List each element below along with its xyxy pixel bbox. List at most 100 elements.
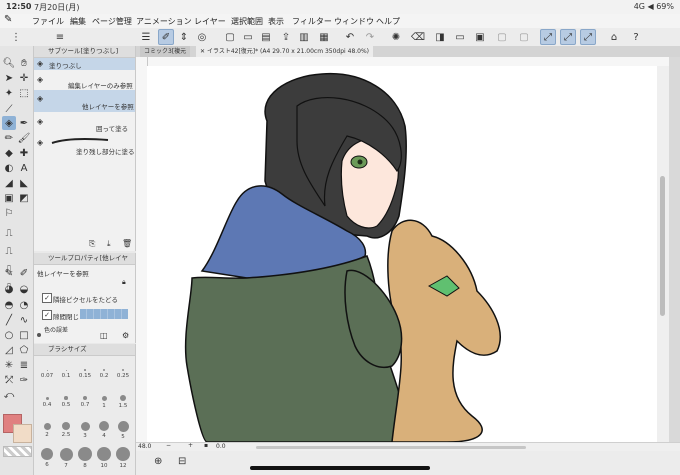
- help-icon[interactable]: ?: [628, 29, 644, 45]
- menu-page[interactable]: ページ管理: [92, 16, 132, 27]
- brush-size-option[interactable]: 5: [114, 416, 132, 440]
- brush-size-option[interactable]: 8: [76, 444, 94, 469]
- edge-keyboard-icon[interactable]: ⊕: [154, 456, 162, 467]
- brush-size-option[interactable]: 0.5: [57, 388, 75, 408]
- eyedropper-icon[interactable]: ⟋: [2, 102, 16, 116]
- fill-small-icon[interactable]: ◕: [2, 282, 16, 296]
- transparent-color-swatch[interactable]: [3, 446, 32, 457]
- wrench-icon[interactable]: ⚙: [122, 331, 129, 340]
- brush-size-option[interactable]: 7: [57, 444, 75, 469]
- save-icon[interactable]: ▤: [258, 29, 274, 45]
- vertical-scrollbar[interactable]: [657, 66, 669, 442]
- stabilizer-2-icon[interactable]: ⤢: [560, 29, 576, 45]
- redo-icon[interactable]: ↷: [362, 29, 378, 45]
- export-icon[interactable]: ⇪: [278, 29, 294, 45]
- blend-tool-icon[interactable]: ◐: [2, 161, 16, 175]
- move-icon[interactable]: ✛: [17, 71, 31, 85]
- fit-icon[interactable]: ▪: [204, 442, 208, 449]
- liquify-tool-icon[interactable]: ⤺: [2, 388, 16, 402]
- hamburger-icon[interactable]: ☰: [138, 29, 154, 45]
- brush-size-option[interactable]: 0.15: [76, 360, 94, 379]
- figure-tool-icon[interactable]: ◣: [17, 176, 31, 190]
- eraser-tool-icon[interactable]: ◆: [2, 146, 16, 160]
- brush-size-option[interactable]: 6: [38, 444, 56, 468]
- adjacent-pixel-checkbox[interactable]: ✓: [42, 293, 52, 303]
- companion-icon[interactable]: ⌂: [606, 29, 622, 45]
- canvas-page[interactable]: [147, 66, 657, 442]
- correct-line-tool-icon[interactable]: ⎍: [2, 244, 16, 258]
- selection-launcher-icon[interactable]: ▢: [516, 29, 532, 45]
- trash-icon[interactable]: 🗑︎: [122, 239, 132, 248]
- brush-size-option[interactable]: 12: [114, 444, 132, 469]
- horizontal-scrollbar[interactable]: [256, 446, 526, 449]
- menu-animation[interactable]: アニメーション: [136, 16, 192, 27]
- tab-close-icon[interactable]: ✕: [200, 48, 207, 55]
- brush-size-option[interactable]: 3: [76, 416, 94, 439]
- lock-icon[interactable]: 🔒︎: [122, 278, 126, 287]
- quick-access-icon[interactable]: ✐: [158, 29, 174, 45]
- circle-tool-icon[interactable]: ○: [2, 328, 16, 342]
- stabilizer-1-icon[interactable]: ⤢: [540, 29, 556, 45]
- subtool-menu-icon[interactable]: ≡: [52, 29, 68, 45]
- brush-size-option[interactable]: 0.4: [38, 388, 56, 408]
- brush-size-option[interactable]: 1: [95, 388, 113, 409]
- loading-icon[interactable]: ✺: [388, 29, 404, 45]
- brush-size-option[interactable]: 2.5: [57, 416, 75, 438]
- angle-value[interactable]: 0.0: [216, 443, 226, 450]
- pencil-tool-icon[interactable]: ✏: [2, 131, 16, 145]
- zoom-in-icon[interactable]: +: [188, 442, 193, 449]
- brush-size-option[interactable]: 2: [38, 416, 56, 438]
- fullscreen-icon[interactable]: ⊟: [178, 456, 186, 467]
- blend-small-icon[interactable]: ◓: [2, 298, 16, 312]
- zoom-icon[interactable]: 🔍︎: [2, 56, 16, 70]
- layer-move-icon[interactable]: ⤱: [2, 373, 16, 387]
- pen-small-icon[interactable]: ✎: [2, 266, 16, 280]
- tab-illust[interactable]: ✕ イラスト42[復元]* (A4 29.70 x 21.00cm 350dpi…: [196, 46, 374, 57]
- brush-size-option[interactable]: 0.7: [76, 388, 94, 408]
- fill-layer-icon[interactable]: ◨: [432, 29, 448, 45]
- clip-studio-icon[interactable]: ◎: [194, 29, 210, 45]
- properties-icon[interactable]: ▦: [316, 29, 332, 45]
- zoom-value[interactable]: 48.0: [138, 443, 151, 450]
- brush-size-option[interactable]: 1.5: [114, 388, 132, 409]
- brush-size-option[interactable]: 4: [95, 416, 113, 439]
- clear-icon[interactable]: ⌫: [410, 29, 426, 45]
- menu-selection[interactable]: 選択範囲: [231, 16, 263, 27]
- lasso-tool-icon[interactable]: ◿: [2, 343, 16, 357]
- subtool-item-refer-other[interactable]: ◈ 他レイヤーを参照: [34, 90, 135, 112]
- fill-tool-icon[interactable]: ◈: [2, 116, 16, 130]
- menu-file[interactable]: ファイル: [32, 16, 64, 27]
- hand-icon[interactable]: ✋︎: [17, 56, 31, 70]
- pen-tool-icon[interactable]: ✒: [17, 116, 31, 130]
- zoom-out-icon[interactable]: −: [166, 442, 171, 449]
- menu-filter[interactable]: フィルター: [292, 16, 332, 27]
- polygon-tool-icon[interactable]: ⬠: [17, 343, 31, 357]
- brush-size-option[interactable]: 0.2: [95, 360, 113, 379]
- subtool-item-enclose[interactable]: ◈ 囲って塗る: [34, 113, 135, 133]
- brush-size-option[interactable]: 0.1: [57, 360, 75, 379]
- tool-grip-icon[interactable]: ⋮: [8, 29, 24, 45]
- scrollbar-thumb[interactable]: [660, 176, 665, 316]
- menu-edit[interactable]: 編集: [70, 16, 86, 27]
- menu-view[interactable]: 表示: [268, 16, 284, 27]
- subtool-item-edit-only[interactable]: ◈ 編集レイヤーのみ参照: [34, 71, 135, 90]
- brush-tool-icon[interactable]: 🖌︎: [17, 131, 31, 145]
- curve-line-icon[interactable]: ∿: [17, 313, 31, 327]
- close-gap-slider[interactable]: [80, 309, 128, 319]
- spray-tool-icon[interactable]: ✳: [2, 358, 16, 372]
- crop-icon[interactable]: ▢: [494, 29, 510, 45]
- straight-line-icon[interactable]: ╱: [2, 313, 16, 327]
- gradient-small-icon[interactable]: ≣: [17, 358, 31, 372]
- brush-small-icon[interactable]: ✐: [17, 266, 31, 280]
- rect-tool-icon[interactable]: □: [17, 328, 31, 342]
- new-file-icon[interactable]: ▢: [222, 29, 238, 45]
- magic-wand-icon[interactable]: ✦: [2, 86, 16, 100]
- brush-size-option[interactable]: 0.25: [114, 360, 132, 379]
- tab-comic[interactable]: コミック3[複元: [140, 46, 191, 57]
- subtool-item-fill[interactable]: ◈ 塗りつぶし: [34, 58, 135, 70]
- bucket-small-icon[interactable]: ◒: [17, 282, 31, 296]
- pen-menu-icon[interactable]: ✎: [4, 14, 12, 25]
- selection-icon[interactable]: ⬚: [17, 86, 31, 100]
- menu-layer[interactable]: レイヤー: [194, 16, 226, 27]
- menu-help[interactable]: ヘルプ: [376, 16, 400, 27]
